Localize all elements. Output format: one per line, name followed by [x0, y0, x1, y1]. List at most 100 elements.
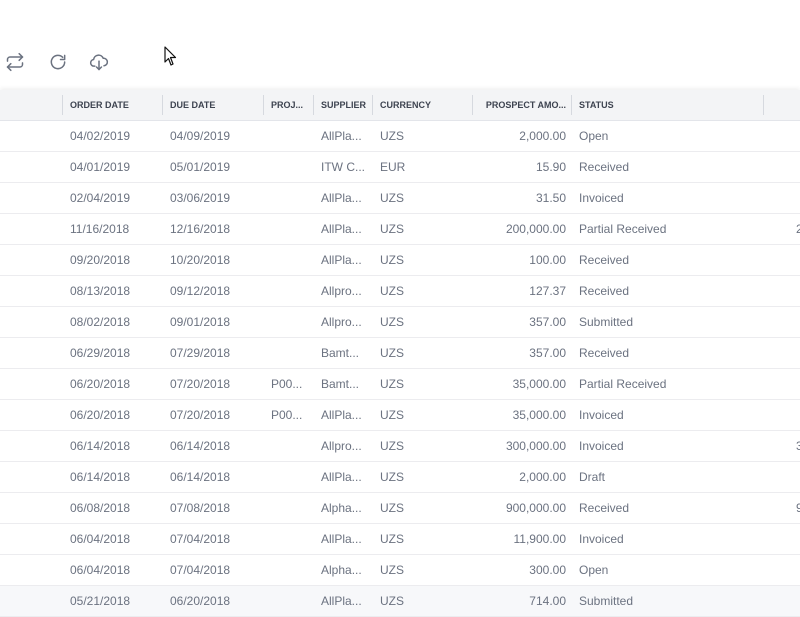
supplier-cell: AllPla... — [321, 191, 362, 205]
order-date-cell: 04/01/2019 — [70, 160, 131, 174]
status-cell: Partial Received — [579, 222, 667, 236]
column-header-order-date[interactable]: ORDER DATE — [62, 90, 162, 120]
currency-cell: UZS — [380, 408, 404, 422]
project-cell — [263, 152, 313, 182]
supplier-cell: Bamt... — [321, 377, 360, 391]
project-cell — [263, 462, 313, 492]
table-row[interactable]: 06/04/2018 07/04/2018 Alpha... UZS 300.00 Ope… — [0, 555, 800, 586]
table-row[interactable]: 05/21/2018 06/20/2018 AllPla... UZS 714.00 Su… — [0, 586, 800, 617]
project-cell — [263, 214, 313, 244]
status-cell: Submitted — [579, 315, 634, 329]
table-row[interactable]: 08/13/2018 09/12/2018 Allpro... UZS 127.37 Re… — [0, 276, 800, 307]
table-row[interactable]: 06/14/2018 06/14/2018 Allpro... UZS 300,000.… — [0, 431, 800, 462]
table-row[interactable]: 09/20/2018 10/20/2018 AllPla... UZS 100.00 Re… — [0, 245, 800, 276]
due-date-cell: 07/08/2018 — [170, 501, 231, 515]
supplier-cell: Allpro... — [321, 315, 362, 329]
order-date-cell: 06/04/2018 — [70, 532, 131, 546]
currency-cell: UZS — [380, 253, 404, 267]
overflow-cell — [788, 586, 800, 616]
prospect-amount-cell: 35,000.00 — [512, 408, 566, 422]
status-cell: Received — [579, 501, 630, 515]
overflow-cell: 9 — [788, 493, 800, 523]
overflow-cell — [788, 152, 800, 182]
table-row[interactable]: 11/16/2018 12/16/2018 AllPla... UZS 200,000.… — [0, 214, 800, 245]
mouse-cursor-icon — [164, 46, 177, 66]
order-date-cell: 06/14/2018 — [70, 470, 131, 484]
table-row[interactable]: 06/04/2018 07/04/2018 AllPla... UZS 11,900.0… — [0, 524, 800, 555]
project-cell — [263, 524, 313, 554]
table-row[interactable]: 06/20/2018 07/20/2018 P00... Bamt... UZS 35,0… — [0, 369, 800, 400]
prospect-amount-cell: 100.00 — [529, 253, 566, 267]
supplier-cell: Allpro... — [321, 439, 362, 453]
table-row[interactable]: 06/29/2018 07/29/2018 Bamt... UZS 357.00 Rece… — [0, 338, 800, 369]
status-cell: Invoiced — [579, 191, 624, 205]
status-cell: Received — [579, 253, 630, 267]
prospect-amount-cell: 357.00 — [529, 315, 566, 329]
project-cell: P00... — [271, 408, 303, 422]
order-date-cell: 09/20/2018 — [70, 253, 131, 267]
due-date-cell: 07/29/2018 — [170, 346, 231, 360]
table-row[interactable]: 04/01/2019 05/01/2019 ITW C... EUR 15.90 Rece… — [0, 152, 800, 183]
table-row[interactable]: 04/02/2019 04/09/2019 AllPla... UZS 2,000.00… — [0, 121, 800, 152]
overflow-cell — [788, 245, 800, 275]
overflow-cell — [788, 307, 800, 337]
prospect-amount-cell: 300,000.00 — [505, 439, 566, 453]
due-date-cell: 09/01/2018 — [170, 315, 231, 329]
project-cell — [263, 431, 313, 461]
currency-cell: UZS — [380, 346, 404, 360]
project-cell — [263, 121, 313, 151]
currency-cell: UZS — [380, 594, 404, 608]
prospect-amount-cell: 2,000.00 — [519, 470, 566, 484]
project-cell — [263, 183, 313, 213]
status-cell: Invoiced — [579, 439, 624, 453]
order-date-cell: 06/20/2018 — [70, 408, 131, 422]
table-row[interactable]: 02/04/2019 03/06/2019 AllPla... UZS 31.50 Inv… — [0, 183, 800, 214]
column-header-status[interactable]: STATUS — [571, 90, 763, 120]
top-bar — [0, 0, 800, 35]
cloud-download-icon — [89, 54, 109, 71]
table-row[interactable]: 08/02/2018 09/01/2018 Allpro... UZS 357.00 Su… — [0, 307, 800, 338]
order-date-cell: 06/20/2018 — [70, 377, 131, 391]
currency-cell: UZS — [380, 470, 404, 484]
sync-button[interactable] — [4, 51, 26, 73]
column-header-currency[interactable]: CURRENCY — [372, 90, 472, 120]
overflow-cell — [788, 276, 800, 306]
supplier-cell: Allpro... — [321, 284, 362, 298]
supplier-cell: AllPla... — [321, 594, 362, 608]
column-header-supplier[interactable]: SUPPLIER — [313, 90, 371, 120]
due-date-cell: 04/09/2019 — [170, 129, 231, 143]
order-date-cell: 06/04/2018 — [70, 563, 131, 577]
download-button[interactable] — [88, 51, 110, 73]
column-header-project[interactable]: PROJ... — [263, 90, 313, 120]
project-cell — [263, 338, 313, 368]
due-date-cell: 03/06/2019 — [170, 191, 231, 205]
table-row[interactable]: 06/20/2018 07/20/2018 P00... AllPla... UZS 35… — [0, 400, 800, 431]
status-cell: Received — [579, 346, 630, 360]
overflow-cell — [788, 555, 800, 585]
supplier-cell: AllPla... — [321, 470, 362, 484]
column-header-prospect-amount[interactable]: PROSPECT AMO... — [472, 90, 572, 120]
project-cell — [263, 276, 313, 306]
table-row[interactable]: 06/14/2018 06/14/2018 AllPla... UZS 2,000.00… — [0, 462, 800, 493]
status-cell: Received — [579, 160, 630, 174]
table-row[interactable]: 06/08/2018 07/08/2018 Alpha... UZS 900,000.0… — [0, 493, 800, 524]
due-date-cell: 10/20/2018 — [170, 253, 231, 267]
currency-cell: EUR — [380, 160, 406, 174]
currency-cell: UZS — [380, 563, 404, 577]
prospect-amount-cell: 127.37 — [529, 284, 566, 298]
sync-icon — [6, 52, 24, 72]
due-date-cell: 07/20/2018 — [170, 408, 231, 422]
prospect-amount-cell: 200,000.00 — [505, 222, 566, 236]
toolbar — [0, 34, 800, 90]
order-date-cell: 06/29/2018 — [70, 346, 131, 360]
refresh-icon — [50, 54, 66, 70]
refresh-button[interactable] — [47, 51, 69, 73]
supplier-cell: AllPla... — [321, 129, 362, 143]
status-cell: Invoiced — [579, 532, 624, 546]
column-header-due-date[interactable]: DUE DATE — [162, 90, 262, 120]
due-date-cell: 07/04/2018 — [170, 532, 231, 546]
currency-cell: UZS — [380, 501, 404, 515]
status-cell: Partial Received — [579, 377, 667, 391]
order-date-cell: 08/02/2018 — [70, 315, 131, 329]
currency-cell: UZS — [380, 222, 404, 236]
